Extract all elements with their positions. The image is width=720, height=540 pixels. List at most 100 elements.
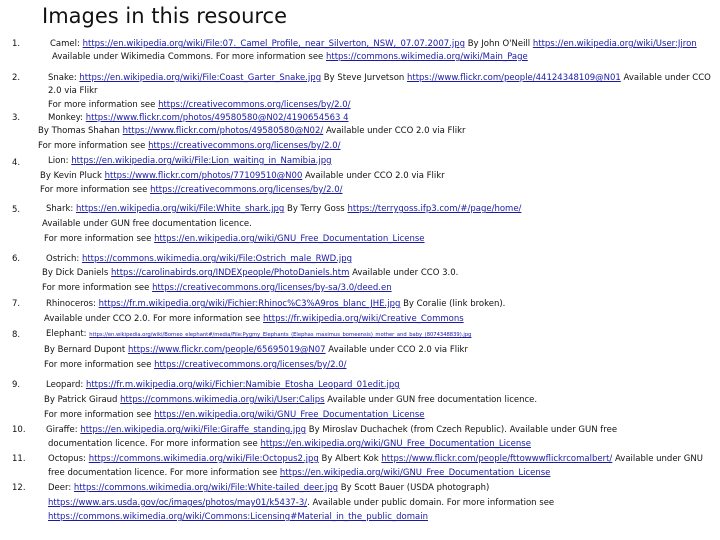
attribution-text: Available under GUN free documentation l…: [324, 395, 538, 405]
source-link[interactable]: https://commons.wikimedia.org/wiki/File:…: [74, 483, 338, 493]
source-link[interactable]: https://commons.wikimedia.org/wiki/File:…: [89, 454, 319, 464]
attribution-line: Rhinoceros: https://fr.m.wikipedia.org/w…: [46, 298, 505, 310]
list-item-number: 12.: [12, 483, 26, 493]
attribution-text: Available under CCO: [620, 73, 711, 83]
attribution-text: For more information see: [42, 283, 153, 293]
attribution-text: By Steve Jurvetson: [321, 73, 407, 83]
attribution-line: For more information see https://en.wiki…: [44, 233, 425, 245]
list-item-number: 10.: [12, 425, 26, 435]
attribution-text: Monkey:: [48, 113, 86, 123]
source-link[interactable]: https://creativecommons.org/licenses/by/…: [148, 141, 340, 151]
attribution-text: Available under CCO 2.0 via Flikr: [302, 171, 445, 181]
attribution-text: free documentation licence. For more inf…: [48, 468, 280, 478]
source-link[interactable]: https://www.flickr.com/photos/77109510@N…: [105, 171, 303, 181]
source-link[interactable]: https://creativecommons.org/licenses/by/…: [150, 185, 342, 195]
attribution-text: For more information see: [44, 410, 155, 420]
source-link[interactable]: https://creativecommons.org/licenses/by/…: [154, 360, 346, 370]
source-link[interactable]: https://commons.wikimedia.org/wiki/User:…: [120, 395, 324, 405]
attribution-line: Lion: https://en.wikipedia.org/wiki/File…: [48, 155, 332, 167]
attribution-text: Rhinoceros:: [46, 299, 99, 309]
attribution-text: For more information see: [40, 185, 151, 195]
source-link[interactable]: https://terrygoss.ifp3.com/#/page/home/: [347, 204, 521, 214]
list-item-number: 5.: [12, 205, 21, 215]
attribution-text: Available under CCO 2.0 via Flikr: [325, 345, 468, 355]
attribution-line: https://www.ars.usda.gov/oc/images/photo…: [48, 497, 554, 509]
source-link[interactable]: https://www.flickr.com/people/fttowwwfli…: [381, 454, 612, 464]
attribution-line: Octopus: https://commons.wikimedia.org/w…: [48, 453, 703, 465]
attribution-text: Available under GNU: [612, 454, 703, 464]
list-item-number: 4.: [12, 158, 21, 168]
attribution-text: . Available under public domain. For mor…: [307, 498, 555, 508]
source-link[interactable]: https://creativecommons.org/licenses/by-…: [152, 283, 392, 293]
attribution-line: By Thomas Shahan https://www.flickr.com/…: [38, 125, 466, 137]
attribution-text: Shark:: [46, 204, 76, 214]
source-link[interactable]: https://www.flickr.com/people/4412434810…: [407, 73, 621, 83]
attribution-text: Available under GUN free documentation l…: [42, 219, 252, 229]
attribution-line: Shark: https://en.wikipedia.org/wiki/Fil…: [46, 203, 521, 215]
attribution-line: Leopard: https://fr.m.wikipedia.org/wiki…: [46, 379, 400, 391]
attribution-text: Deer:: [48, 483, 74, 493]
attribution-text: By Patrick Giraud: [44, 395, 121, 405]
source-link[interactable]: https://en.wikipedia.org/wiki/File:Giraf…: [80, 425, 306, 435]
attribution-line: Deer: https://commons.wikimedia.org/wiki…: [48, 482, 489, 494]
attribution-line: For more information see https://en.wiki…: [44, 409, 425, 421]
source-link[interactable]: https://fr.m.wikipedia.org/wiki/Fichier:…: [86, 380, 400, 390]
attribution-text: For more information see: [38, 141, 149, 151]
slide: Images in this resource 1. Camel: https:/…: [0, 0, 720, 540]
attribution-line: Available under GUN free documentation l…: [42, 218, 252, 230]
source-link[interactable]: https://en.wikipedia.org/wiki/File:Coast…: [79, 73, 321, 83]
attribution-text: By Dick Daniels: [42, 268, 111, 278]
source-link[interactable]: https://en.wikipedia.org/wiki/GNU_Free_D…: [154, 234, 424, 244]
attribution-text: Snake:: [48, 73, 80, 83]
source-link[interactable]: https://www.ars.usda.gov/oc/images/photo…: [48, 498, 307, 508]
attribution-text: By Miroslav Duchachek (from Czech Republ…: [306, 425, 618, 435]
attribution-line: For more information see https://creativ…: [40, 184, 343, 196]
attribution-text: Leopard:: [46, 380, 86, 390]
attribution-line: For more information see https://creativ…: [38, 140, 341, 152]
attribution-line: By Bernard Dupont https://www.flickr.com…: [44, 344, 468, 356]
attribution-line: Ostrich: https://commons.wikimedia.org/w…: [46, 253, 352, 265]
attribution-line: Snake: https://en.wikipedia.org/wiki/Fil…: [48, 72, 711, 84]
attribution-text: By Coralie (link broken).: [400, 299, 506, 309]
source-link[interactable]: https://en.wikipedia.org/wiki/GNU_Free_D…: [154, 410, 424, 420]
source-link[interactable]: https://en.wikipedia.org/wiki/GNU_Free_D…: [280, 468, 550, 478]
attribution-text: By Terry Goss: [284, 204, 348, 214]
attribution-text: By Bernard Dupont: [44, 345, 128, 355]
attribution-line: https://commons.wikimedia.org/wiki/Commo…: [48, 511, 428, 523]
attribution-text: By Albert Kok: [318, 454, 382, 464]
source-link[interactable]: https://carolinabirds.org/INDEXpeople/Ph…: [111, 268, 349, 278]
attribution-text: Giraffe:: [46, 425, 81, 435]
source-link[interactable]: https://www.flickr.com/photos/49580580@N…: [86, 113, 349, 123]
attribution-text: Lion:: [48, 156, 72, 166]
attribution-line: For more information see https://creativ…: [42, 282, 392, 294]
list-item-number: 9.: [12, 380, 21, 390]
attribution-text: By Scott Bauer (USDA photograph): [338, 483, 490, 493]
source-link[interactable]: https://www.flickr.com/people/65695019@N…: [128, 345, 326, 355]
source-link[interactable]: https://www.flickr.com/photos/49580580@N…: [123, 126, 324, 136]
source-link[interactable]: https://en.wikipedia.org/wiki/GNU_Free_D…: [260, 439, 530, 449]
attribution-line: For more information see https://creativ…: [48, 99, 351, 111]
source-link[interactable]: https://commons.wikimedia.org/wiki/Main_…: [326, 52, 528, 62]
source-link[interactable]: https://fr.m.wikipedia.org/wiki/Fichier:…: [99, 299, 401, 309]
source-link[interactable]: https://en.wikipedia.org/wiki/File:White…: [76, 204, 284, 214]
source-link[interactable]: https://en.wikipedia.org/wiki/User:Jjron: [533, 39, 697, 49]
list-item-number: 8.: [12, 330, 21, 340]
source-link[interactable]: https://fr.wikipedia.org/wiki/Creative_C…: [263, 314, 464, 324]
source-link[interactable]: https://commons.wikimedia.org/wiki/Commo…: [48, 512, 428, 522]
attribution-text: documentation licence. For more informat…: [48, 439, 261, 449]
source-link[interactable]: https://en.wikipedia.org/wiki/File:07._C…: [83, 39, 465, 49]
attribution-line: Camel: https://en.wikipedia.org/wiki/Fil…: [50, 38, 697, 50]
attribution-line: By Patrick Giraud https://commons.wikime…: [44, 394, 537, 406]
source-link[interactable]: https://commons.wikimedia.org/wiki/File:…: [82, 254, 352, 264]
list-item-number: 6.: [12, 254, 21, 264]
attribution-line: Giraffe: https://en.wikipedia.org/wiki/F…: [46, 424, 617, 436]
list-item-number: 11.: [12, 454, 26, 464]
attribution-text: Available under CCO 3.0.: [349, 268, 459, 278]
attribution-line: 2.0 via Flikr: [48, 85, 98, 97]
attribution-line: Available under Wikimedia Commons. For m…: [52, 51, 528, 63]
source-link[interactable]: https://en.wikipedia.org/wiki/Borneo_ele…: [89, 332, 471, 338]
attribution-text: By John O'Neill: [465, 39, 533, 49]
source-link[interactable]: https://creativecommons.org/licenses/by/…: [158, 100, 350, 110]
attribution-line: For more information see https://creativ…: [44, 359, 347, 371]
source-link[interactable]: https://en.wikipedia.org/wiki/File:Lion_…: [71, 156, 331, 166]
